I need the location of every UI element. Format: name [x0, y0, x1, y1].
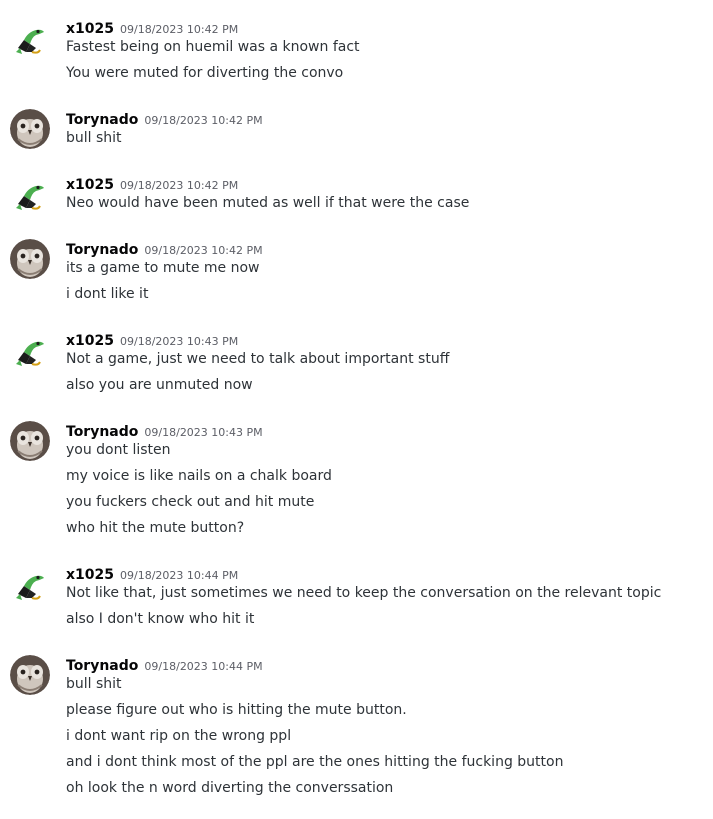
- owl-avatar-icon[interactable]: [10, 239, 50, 279]
- gecko-avatar-icon[interactable]: [10, 18, 50, 58]
- message-text: oh look the n word diverting the convers…: [66, 780, 394, 796]
- message-text: you dont listen: [66, 442, 171, 458]
- timestamp[interactable]: 09/18/2023 10:44 PM: [120, 569, 238, 582]
- timestamp[interactable]: 09/18/2023 10:42 PM: [144, 114, 262, 127]
- message-lines: you dont listen my voice is like nails o…: [66, 441, 332, 545]
- username[interactable]: Torynado: [66, 112, 138, 128]
- gecko-avatar-icon[interactable]: [10, 564, 50, 604]
- timestamp[interactable]: 09/18/2023 10:42 PM: [120, 23, 238, 36]
- message-header: Torynado 09/18/2023 10:43 PM: [66, 421, 263, 441]
- username[interactable]: x1025: [66, 567, 114, 583]
- message-text: i dont like it: [66, 286, 149, 302]
- message-text: Not like that, just sometimes we need to…: [66, 585, 662, 601]
- username[interactable]: Torynado: [66, 658, 138, 674]
- message-text: also I don't know who hit it: [66, 611, 255, 627]
- message-text: please figure out who is hitting the mut…: [66, 702, 407, 718]
- message-text: Neo would have been muted as well if tha…: [66, 195, 470, 211]
- timestamp[interactable]: 09/18/2023 10:44 PM: [144, 660, 262, 673]
- message-text: my voice is like nails on a chalk board: [66, 468, 332, 484]
- message-header: Torynado 09/18/2023 10:42 PM: [66, 109, 263, 129]
- message-text: you fuckers check out and hit mute: [66, 494, 315, 510]
- message-header: Torynado 09/18/2023 10:42 PM: [66, 239, 263, 259]
- message-header: x1025 09/18/2023 10:42 PM: [66, 18, 238, 38]
- gecko-avatar-icon[interactable]: [10, 174, 50, 214]
- timestamp[interactable]: 09/18/2023 10:42 PM: [120, 179, 238, 192]
- username[interactable]: x1025: [66, 21, 114, 37]
- message-lines: Fastest being on huemil was a known fact…: [66, 38, 360, 90]
- message-text: Not a game, just we need to talk about i…: [66, 351, 450, 367]
- owl-avatar-icon[interactable]: [10, 109, 50, 149]
- message-lines: bull shit: [66, 129, 122, 155]
- username[interactable]: x1025: [66, 333, 114, 349]
- timestamp[interactable]: 09/18/2023 10:42 PM: [144, 244, 262, 257]
- message-text: Fastest being on huemil was a known fact: [66, 39, 360, 55]
- timestamp[interactable]: 09/18/2023 10:43 PM: [120, 335, 238, 348]
- message-lines: its a game to mute me now i dont like it: [66, 259, 259, 311]
- message-text: who hit the mute button?: [66, 520, 245, 536]
- message-lines: Not like that, just sometimes we need to…: [66, 584, 661, 636]
- message-lines: bull shit please figure out who is hitti…: [66, 675, 563, 805]
- message-text: bull shit: [66, 130, 122, 146]
- message-lines: Neo would have been muted as well if tha…: [66, 194, 469, 220]
- chat-messages: x1025 09/18/2023 10:42 PM Fastest being o…: [0, 0, 713, 819]
- message-text: i dont want rip on the wrong ppl: [66, 728, 292, 744]
- message-header: x1025 09/18/2023 10:42 PM: [66, 174, 238, 194]
- timestamp[interactable]: 09/18/2023 10:43 PM: [144, 426, 262, 439]
- gecko-avatar-icon[interactable]: [10, 330, 50, 370]
- message-lines: Not a game, just we need to talk about i…: [66, 350, 449, 402]
- message-text: and i dont think most of the ppl are the…: [66, 754, 564, 770]
- message-header: x1025 09/18/2023 10:43 PM: [66, 330, 238, 350]
- message-text: You were muted for diverting the convo: [66, 65, 344, 81]
- message-text: its a game to mute me now: [66, 260, 260, 276]
- message-text: bull shit: [66, 676, 122, 692]
- message-header: Torynado 09/18/2023 10:44 PM: [66, 655, 263, 675]
- message-header: x1025 09/18/2023 10:44 PM: [66, 564, 238, 584]
- owl-avatar-icon[interactable]: [10, 421, 50, 461]
- owl-avatar-icon[interactable]: [10, 655, 50, 695]
- username[interactable]: Torynado: [66, 242, 138, 258]
- username[interactable]: x1025: [66, 177, 114, 193]
- message-text: also you are unmuted now: [66, 377, 253, 393]
- username[interactable]: Torynado: [66, 424, 138, 440]
